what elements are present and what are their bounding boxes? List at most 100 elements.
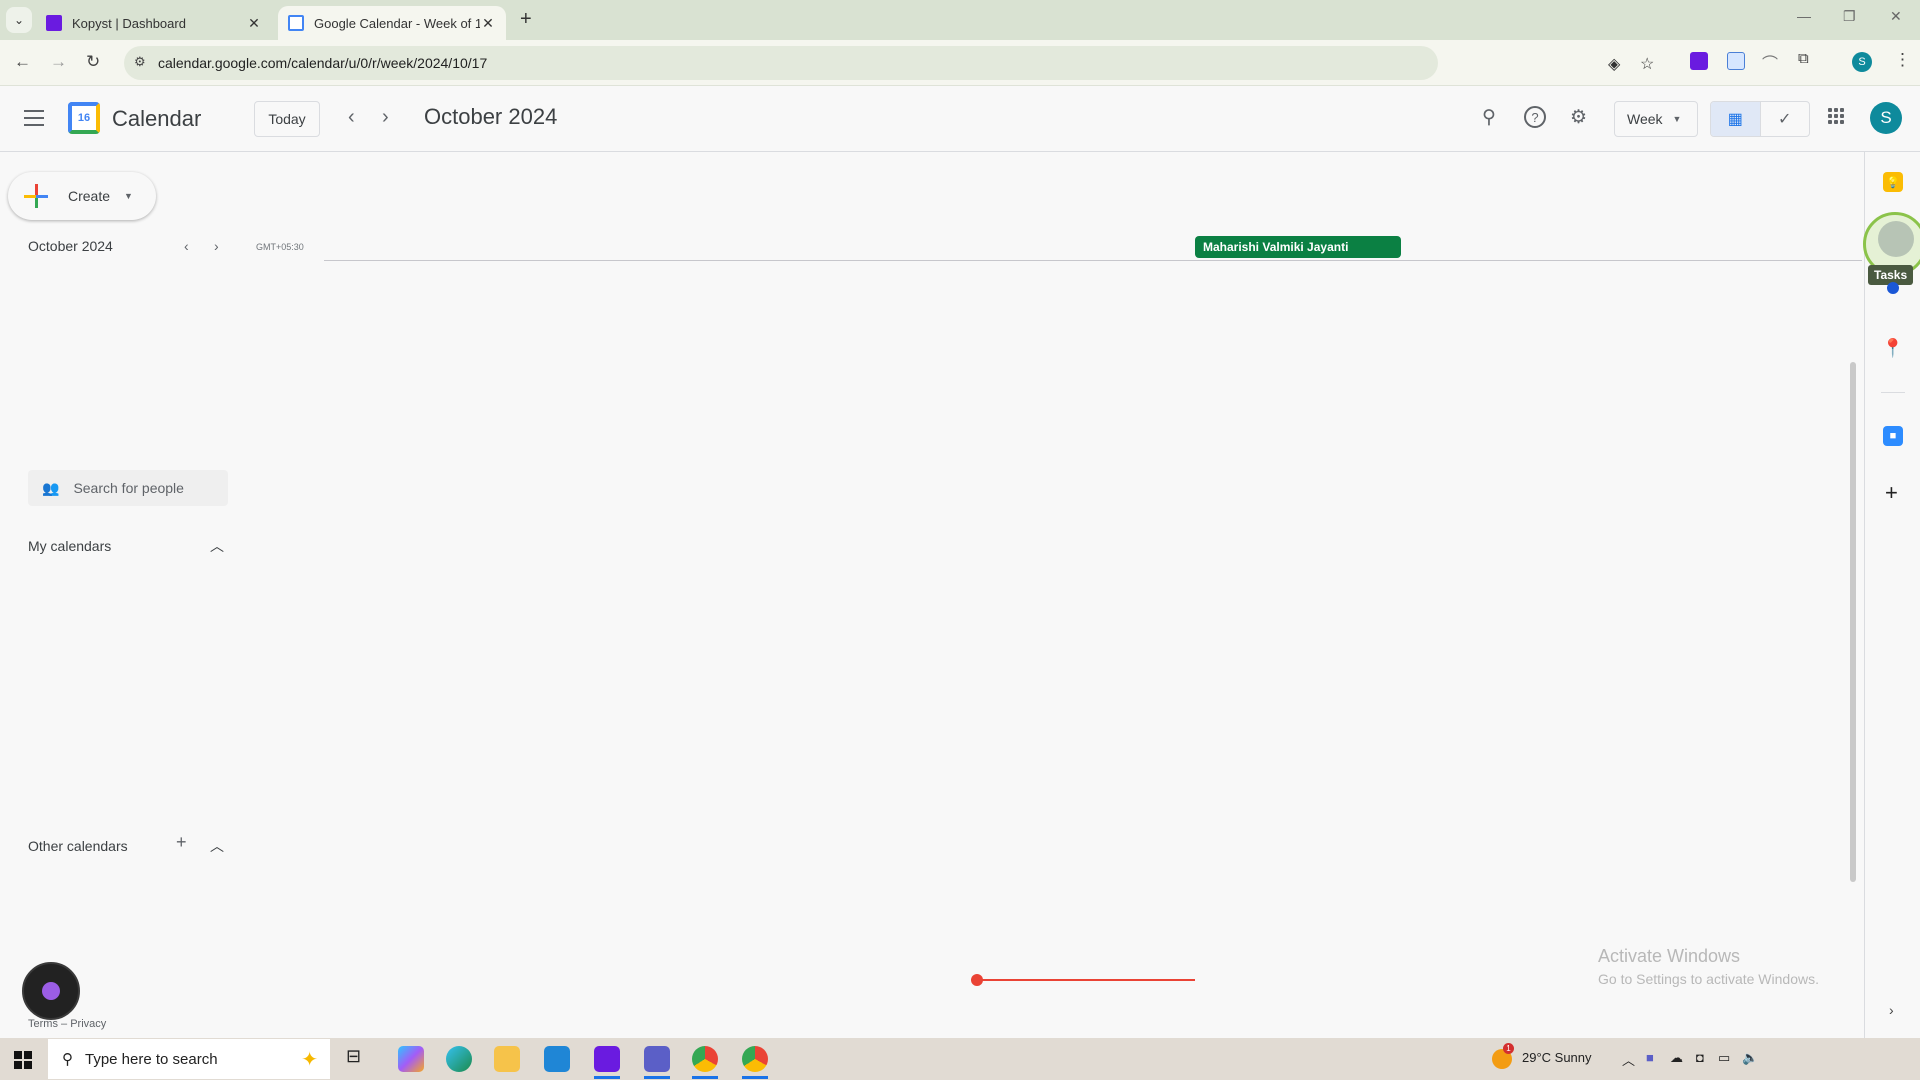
search-people-input[interactable]: 👥 Search for people xyxy=(28,470,228,506)
mini-calendar-title: October 2024 xyxy=(28,238,113,254)
close-tab-icon[interactable]: ✕ xyxy=(480,15,496,32)
taskbar-search-placeholder: Type here to search xyxy=(85,1050,218,1068)
menu-icon[interactable] xyxy=(24,110,44,126)
add-other-calendar-icon[interactable]: + xyxy=(176,832,187,853)
mini-calendar-prev-icon[interactable]: ‹ xyxy=(184,238,189,254)
search-icon: ⚲ xyxy=(62,1051,73,1068)
windows-taskbar: ⚲ Type here to search ✦ ⊟ 1 29°C Sunny ︿… xyxy=(0,1038,1920,1080)
create-label: Create xyxy=(68,188,111,204)
file-explorer-icon[interactable] xyxy=(494,1046,520,1072)
maps-icon[interactable]: 📍 xyxy=(1882,338,1904,358)
privacy-link[interactable]: Privacy xyxy=(70,1018,106,1030)
calendar-view-icon[interactable]: ▦ xyxy=(1711,102,1761,136)
weather-text[interactable]: 29°C Sunny xyxy=(1522,1050,1592,1065)
side-panel: 💡 Tasks 📍 ■ + › xyxy=(1863,152,1920,1038)
onedrive-icon[interactable]: ☁ xyxy=(1670,1050,1683,1066)
period-title: October 2024 xyxy=(424,104,558,129)
add-addon-icon[interactable]: + xyxy=(1885,480,1898,506)
minimize-window-icon[interactable]: — xyxy=(1797,8,1811,24)
site-info-icon[interactable]: ⚙ xyxy=(134,54,146,70)
watermark-subtitle: Go to Settings to activate Windows. xyxy=(1598,971,1819,987)
assistant-bubble-icon[interactable] xyxy=(22,962,80,1020)
weather-badge: 1 xyxy=(1503,1043,1514,1054)
view-selector[interactable]: Week ▼ xyxy=(1614,101,1698,137)
extensions-puzzle-icon[interactable]: ⧉ xyxy=(1798,50,1816,68)
create-button[interactable]: Create ▼ xyxy=(8,172,156,220)
contacts-icon[interactable] xyxy=(1887,282,1899,294)
active-app-indicator xyxy=(644,1076,670,1079)
people-icon: 👥 xyxy=(42,479,60,496)
keep-icon[interactable]: 💡 xyxy=(1883,172,1903,192)
taskbar-search-input[interactable]: ⚲ Type here to search ✦ xyxy=(48,1039,330,1079)
today-button[interactable]: Today xyxy=(254,101,320,137)
copilot-sparkle-icon: ✦ xyxy=(301,1048,318,1071)
my-calendars-title[interactable]: My calendars xyxy=(28,538,111,554)
teams-tray-icon[interactable]: ■ xyxy=(1646,1050,1654,1065)
activate-windows-watermark: Activate Windows Go to Settings to activ… xyxy=(1598,946,1819,987)
close-window-icon[interactable]: ✕ xyxy=(1890,8,1902,25)
tasks-view-icon[interactable]: ✓ xyxy=(1761,102,1810,136)
close-tab-icon[interactable]: ✕ xyxy=(246,15,262,32)
timezone-label: GMT+05:30 xyxy=(256,242,304,252)
chrome-profile-a-icon[interactable] xyxy=(692,1046,718,1072)
mini-calendar-next-icon[interactable]: › xyxy=(214,238,219,254)
task-view-icon[interactable]: ⊟ xyxy=(346,1046,372,1072)
apps-icon[interactable] xyxy=(1828,108,1844,124)
browser-tab-kopyst[interactable]: Kopyst | Dashboard ✕ xyxy=(36,6,272,40)
extension-icon[interactable] xyxy=(1727,52,1745,70)
lens-icon[interactable]: ◈ xyxy=(1608,54,1620,74)
search-icon[interactable]: ⚲ xyxy=(1482,106,1496,129)
settings-icon[interactable]: ⚙ xyxy=(1570,106,1587,129)
next-week-button[interactable]: › xyxy=(382,106,389,129)
extension-arc-icon[interactable]: ⌒ xyxy=(1762,50,1780,73)
previous-week-button[interactable]: ‹ xyxy=(348,106,355,129)
kopyst-extension-icon[interactable] xyxy=(1690,52,1708,70)
mail-app-icon[interactable] xyxy=(544,1046,570,1072)
tasks-icon[interactable] xyxy=(1878,221,1914,257)
camera-icon[interactable]: ◘ xyxy=(1696,1050,1704,1065)
app-name: Calendar xyxy=(112,106,202,131)
windows-start-icon[interactable] xyxy=(14,1051,32,1069)
back-icon[interactable]: ← xyxy=(14,52,31,72)
browser-tab-strip: ⌄ Kopyst | Dashboard ✕ Google Calendar -… xyxy=(0,0,1920,40)
browser-profile-avatar[interactable]: S xyxy=(1852,52,1872,72)
kopyst-app-icon[interactable] xyxy=(594,1046,620,1072)
active-app-indicator xyxy=(594,1076,620,1079)
active-app-indicator xyxy=(742,1076,768,1079)
collapse-other-calendars-icon[interactable]: ︿ xyxy=(210,836,224,856)
all-day-event[interactable]: Maharishi Valmiki Jayanti xyxy=(1195,236,1401,258)
side-panel-divider xyxy=(1881,392,1905,393)
kopyst-favicon-icon xyxy=(46,15,62,31)
restore-window-icon[interactable]: ❐ xyxy=(1843,8,1856,25)
calendar-logo-icon: 16 xyxy=(68,102,100,134)
expand-side-panel-icon[interactable]: › xyxy=(1889,1002,1894,1018)
network-icon[interactable]: ▭ xyxy=(1718,1050,1730,1066)
calendar-header: 16 Calendar Today ‹ › October 2024 ⚲ ? ⚙… xyxy=(0,86,1920,152)
chrome-profile-s-icon[interactable] xyxy=(742,1046,768,1072)
week-grid: GMT+05:30 Maharishi Valmiki Jayanti Acti… xyxy=(250,152,1862,1038)
other-calendars-title[interactable]: Other calendars xyxy=(28,838,128,854)
account-avatar[interactable]: S xyxy=(1870,102,1902,134)
browser-menu-icon[interactable]: ⋮ xyxy=(1894,50,1911,70)
volume-icon[interactable]: 🔈 xyxy=(1742,1050,1758,1066)
show-hidden-icons[interactable]: ︿ xyxy=(1622,1050,1635,1069)
browser-tab-calendar[interactable]: Google Calendar - Week of 13 October ✕ xyxy=(278,6,506,40)
terms-link[interactable]: Terms xyxy=(28,1018,58,1030)
bookmark-star-icon[interactable]: ☆ xyxy=(1640,54,1654,74)
teams-app-icon[interactable] xyxy=(644,1046,670,1072)
reload-icon[interactable]: ↻ xyxy=(86,52,100,72)
help-icon[interactable]: ? xyxy=(1524,106,1546,128)
address-bar[interactable]: ⚙ calendar.google.com/calendar/u/0/r/wee… xyxy=(124,46,1654,80)
zoom-icon[interactable]: ■ xyxy=(1883,426,1903,446)
forward-icon[interactable]: → xyxy=(50,52,67,72)
copilot-app-icon[interactable] xyxy=(398,1046,424,1072)
legal-separator: – xyxy=(57,1018,71,1030)
collapse-my-calendars-icon[interactable]: ︿ xyxy=(210,536,224,556)
grid-scrollbar[interactable] xyxy=(1850,362,1856,882)
calendar-tasks-toggle: ▦ ✓ xyxy=(1710,101,1810,137)
plus-icon xyxy=(24,184,48,208)
calendar-favicon-icon xyxy=(288,15,304,31)
tab-search-button[interactable]: ⌄ xyxy=(6,7,32,33)
new-tab-button[interactable]: + xyxy=(520,8,532,31)
edge-app-icon[interactable] xyxy=(446,1046,472,1072)
